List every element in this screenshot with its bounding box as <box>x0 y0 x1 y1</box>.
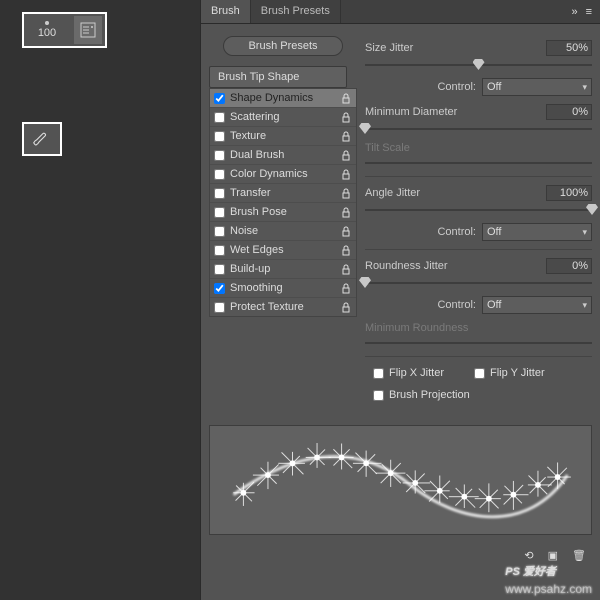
option-wet-edges[interactable]: Wet Edges <box>210 241 356 260</box>
brush-presets-button[interactable]: Brush Presets <box>223 36 343 56</box>
angle-jitter-control-select[interactable]: Off▾ <box>482 223 592 241</box>
roundness-jitter-label: Roundness Jitter <box>365 260 546 272</box>
size-jitter-label: Size Jitter <box>365 42 546 54</box>
option-protect-texture[interactable]: Protect Texture <box>210 298 356 316</box>
option-build-up[interactable]: Build-up <box>210 260 356 279</box>
flip-x-jitter-checkbox[interactable]: Flip X Jitter <box>373 367 444 379</box>
size-jitter-control-select[interactable]: Off▾ <box>482 78 592 96</box>
option-brush-pose[interactable]: Brush Pose <box>210 203 356 222</box>
angle-jitter-slider[interactable] <box>365 203 592 217</box>
lock-icon[interactable] <box>340 301 352 313</box>
brush-tip-shape-button[interactable]: Brush Tip Shape <box>209 66 347 88</box>
size-jitter-value[interactable]: 50% <box>546 40 592 56</box>
tilt-scale-label: Tilt Scale <box>365 142 592 154</box>
panel-tabs: Brush Brush Presets » ≡ <box>201 0 600 24</box>
roundness-jitter-slider[interactable] <box>365 276 592 290</box>
lock-icon[interactable] <box>340 225 352 237</box>
flip-y-jitter-checkbox[interactable]: Flip Y Jitter <box>474 367 545 379</box>
size-jitter-slider[interactable] <box>365 58 592 72</box>
option-texture[interactable]: Texture <box>210 127 356 146</box>
brush-panel-toggle[interactable] <box>74 16 102 44</box>
lock-icon[interactable] <box>340 92 352 104</box>
min-diameter-value[interactable]: 0% <box>546 104 592 120</box>
brush-projection-checkbox[interactable]: Brush Projection <box>373 389 470 401</box>
angle-jitter-value[interactable]: 100% <box>546 185 592 201</box>
lock-icon[interactable] <box>340 130 352 142</box>
option-dual-brush[interactable]: Dual Brush <box>210 146 356 165</box>
menu-icon[interactable]: ≡ <box>586 6 592 18</box>
brush-panel: Brush Brush Presets » ≡ Brush Presets Br… <box>200 0 600 600</box>
option-color-dynamics[interactable]: Color Dynamics <box>210 165 356 184</box>
brush-stroke-preview <box>209 425 592 535</box>
roundness-jitter-value[interactable]: 0% <box>546 258 592 274</box>
collapse-icon[interactable]: » <box>571 6 577 18</box>
lock-icon[interactable] <box>340 111 352 123</box>
min-diameter-slider[interactable] <box>365 122 592 136</box>
option-scattering[interactable]: Scattering <box>210 108 356 127</box>
brush-size-value: 100 <box>38 27 56 39</box>
lock-icon[interactable] <box>340 168 352 180</box>
brush-size-selector[interactable]: 100 <box>22 12 107 48</box>
option-noise[interactable]: Noise <box>210 222 356 241</box>
lock-icon[interactable] <box>340 244 352 256</box>
min-roundness-slider <box>365 336 592 350</box>
min-diameter-label: Minimum Diameter <box>365 106 546 118</box>
tab-brush-presets[interactable]: Brush Presets <box>251 0 341 23</box>
roundness-jitter-control-select[interactable]: Off▾ <box>482 296 592 314</box>
option-shape-dynamics[interactable]: Shape Dynamics <box>210 89 356 108</box>
brush-tool[interactable] <box>22 122 62 156</box>
option-transfer[interactable]: Transfer <box>210 184 356 203</box>
lock-icon[interactable] <box>340 187 352 199</box>
tilt-scale-slider <box>365 156 592 170</box>
lock-icon[interactable] <box>340 206 352 218</box>
control-label: Control: <box>437 81 476 93</box>
lock-icon[interactable] <box>340 263 352 275</box>
angle-jitter-label: Angle Jitter <box>365 187 546 199</box>
tab-brush[interactable]: Brush <box>201 0 251 23</box>
watermark: PS 爱好者 www.psahz.com <box>505 554 592 596</box>
lock-icon[interactable] <box>340 149 352 161</box>
option-smoothing[interactable]: Smoothing <box>210 279 356 298</box>
min-roundness-label: Minimum Roundness <box>365 322 592 334</box>
lock-icon[interactable] <box>340 282 352 294</box>
brush-options-list: Shape DynamicsScatteringTextureDual Brus… <box>209 88 357 317</box>
brush-preview: 100 <box>27 16 67 44</box>
